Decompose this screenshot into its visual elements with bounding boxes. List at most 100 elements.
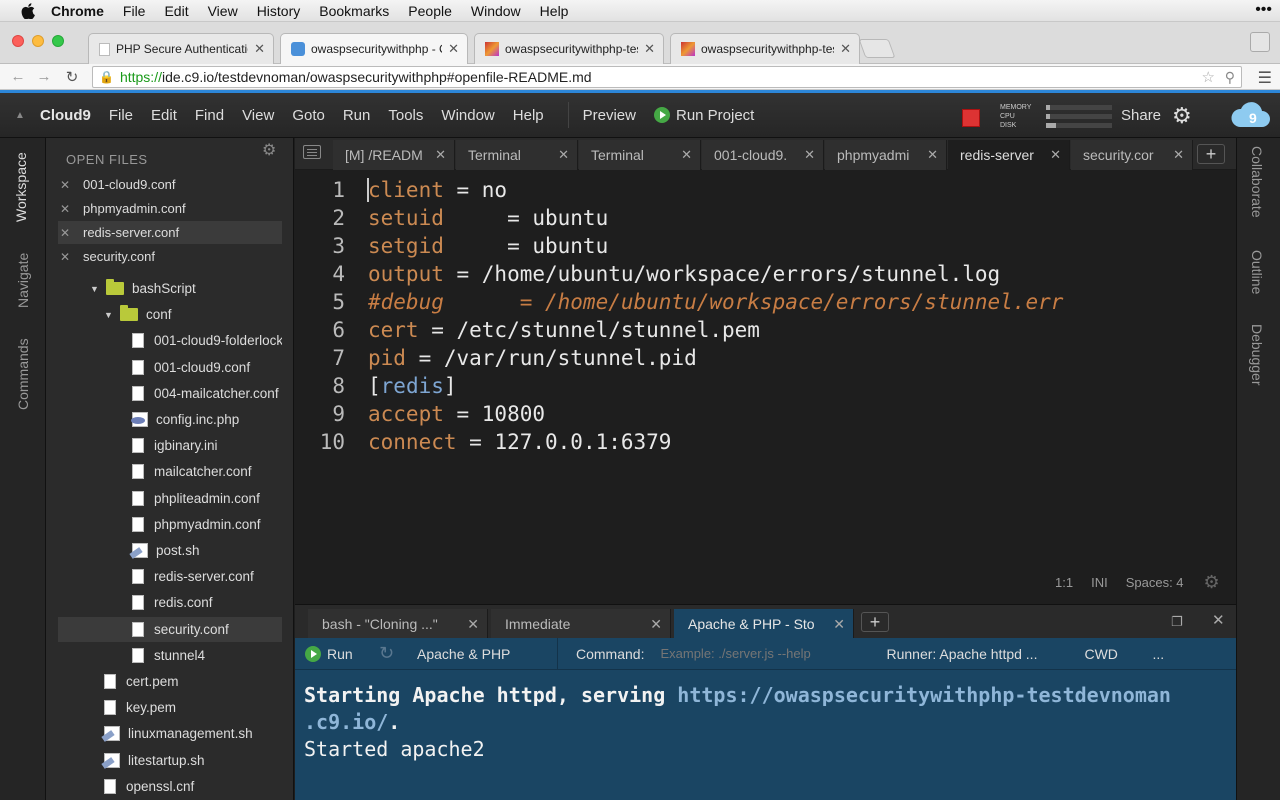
sidebar-settings-gear-icon[interactable]: ⚙ — [262, 140, 276, 160]
browser-tab-active[interactable]: owaspsecuritywithphp - Cl ✕ — [280, 33, 468, 64]
browser-tab[interactable]: owaspsecuritywithphp-test ✕ — [670, 33, 860, 64]
run-button[interactable]: Run — [305, 645, 379, 662]
c9-menu-run[interactable]: Run — [343, 107, 371, 124]
back-icon[interactable]: ← — [8, 68, 28, 85]
editor-tab[interactable]: Terminal ✕ — [579, 140, 701, 170]
code-line[interactable]: output = /home/ubuntu/workspace/errors/s… — [368, 260, 1063, 288]
code-line[interactable]: connect = 127.0.0.1:6379 — [368, 428, 1063, 456]
close-file-icon[interactable]: ✕ — [58, 250, 72, 264]
command-input[interactable] — [660, 646, 861, 661]
add-tab-button[interactable]: + — [1197, 144, 1225, 164]
menu-edit[interactable]: Edit — [164, 3, 188, 19]
tree-item[interactable]: litestartup.sh — [58, 748, 282, 773]
close-tab-icon[interactable]: ✕ — [448, 41, 459, 57]
cwd-button[interactable]: CWD — [1084, 646, 1134, 662]
window-zoom-button[interactable] — [52, 35, 64, 47]
console-tab[interactable]: Immediate ✕ — [491, 609, 671, 639]
chrome-menu-icon[interactable]: ☰ — [1258, 68, 1272, 88]
code-line[interactable]: accept = 10800 — [368, 400, 1063, 428]
output-url-link[interactable]: .c9.io/ — [304, 710, 388, 734]
preview-button[interactable]: Preview — [583, 107, 636, 124]
menu-people[interactable]: People — [408, 3, 452, 19]
cloud9-logo-icon[interactable]: 9 — [1228, 101, 1272, 131]
code-line[interactable]: [redis] — [368, 372, 1063, 400]
address-bar[interactable]: 🔒 https:// ide.c9.io/testdevnoman/owasps… — [92, 66, 1242, 88]
close-tab-icon[interactable]: ✕ — [644, 41, 655, 57]
close-panel-icon[interactable]: ✕ — [1212, 611, 1225, 629]
c9-brand-menu[interactable]: Cloud9 — [40, 107, 91, 124]
open-file-item[interactable]: ✕ security.conf — [58, 245, 282, 268]
rail-outline[interactable]: Outline — [1249, 250, 1265, 294]
preferences-gear-icon[interactable]: ⚙ — [1172, 105, 1192, 127]
code-line[interactable]: client = no — [368, 176, 1063, 204]
menu-chrome[interactable]: Chrome — [51, 3, 104, 19]
add-console-tab-button[interactable]: + — [861, 612, 889, 632]
forward-icon[interactable]: → — [34, 68, 54, 85]
browser-tab[interactable]: PHP Secure Authentication ✕ — [88, 33, 274, 64]
close-tab-icon[interactable]: ✕ — [804, 147, 815, 163]
close-tab-icon[interactable]: ✕ — [435, 147, 446, 163]
editor-tab[interactable]: phpmyadmi ✕ — [825, 140, 947, 170]
runner-info[interactable]: Runner: Apache httpd ... — [886, 646, 1066, 662]
close-tab-icon[interactable]: ✕ — [1050, 147, 1061, 163]
bookmark-star-icon[interactable]: ☆ — [1202, 68, 1215, 86]
close-tab-icon[interactable]: ✕ — [840, 41, 851, 57]
close-tab-icon[interactable]: ✕ — [254, 41, 265, 57]
tree-item[interactable]: linuxmanagement.sh — [58, 721, 282, 746]
tree-item[interactable]: config.inc.php — [58, 407, 282, 432]
menu-bookmarks[interactable]: Bookmarks — [319, 3, 389, 19]
runner-select[interactable]: Apache & PHP — [417, 646, 557, 662]
output-url-link[interactable]: https://owaspsecuritywithphp-testdevnoma… — [677, 683, 1171, 707]
avatar[interactable] — [962, 109, 980, 127]
menubar-more-icon[interactable]: ••• — [1255, 0, 1272, 20]
zoom-icon[interactable]: ⚲ — [1225, 69, 1235, 86]
syntax-mode[interactable]: INI — [1091, 575, 1108, 590]
rail-debugger[interactable]: Debugger — [1249, 324, 1265, 386]
run-project-button[interactable]: Run Project — [653, 107, 754, 124]
menu-history[interactable]: History — [257, 3, 301, 19]
code-line[interactable]: pid = /var/run/stunnel.pid — [368, 344, 1063, 372]
rail-collaborate[interactable]: Collaborate — [1249, 146, 1265, 218]
tab-menu-icon[interactable] — [303, 145, 321, 159]
browser-tab[interactable]: owaspsecuritywithphp-test ✕ — [474, 33, 664, 64]
editor-tab[interactable]: redis-server ✕ — [948, 140, 1070, 170]
profile-icon[interactable] — [1250, 32, 1270, 52]
close-file-icon[interactable]: ✕ — [58, 226, 72, 240]
editor-tab[interactable]: [M] /READM ✕ — [333, 140, 455, 170]
open-file-item[interactable]: ✕ 001-cloud9.conf — [58, 173, 282, 196]
tree-item[interactable]: ▼ conf — [58, 302, 282, 327]
resource-metrics[interactable]: MEMORY CPU DISK — [1000, 103, 1112, 130]
menu-help[interactable]: Help — [540, 3, 569, 19]
rail-navigate[interactable]: Navigate — [15, 253, 31, 308]
c9-menu-view[interactable]: View — [242, 107, 274, 124]
close-tab-icon[interactable]: ✕ — [558, 147, 569, 163]
tree-item[interactable]: key.pem — [58, 695, 282, 720]
c9-menu-tools[interactable]: Tools — [388, 107, 423, 124]
console-tab[interactable]: Apache & PHP - Sto ✕ — [674, 609, 854, 639]
expanded-triangle-icon[interactable]: ▼ — [90, 284, 100, 294]
console-tab[interactable]: bash - "Cloning ..." ✕ — [308, 609, 488, 639]
runner-output[interactable]: Starting Apache httpd, serving https://o… — [295, 670, 1236, 800]
tree-item[interactable]: ▼ bashScript — [58, 276, 282, 301]
close-tab-icon[interactable]: ✕ — [681, 147, 692, 163]
open-file-item[interactable]: ✕ redis-server.conf — [58, 221, 282, 244]
new-tab-button[interactable] — [858, 39, 896, 58]
tree-item[interactable]: phpliteadmin.conf — [58, 486, 282, 511]
tree-item[interactable]: 001-cloud9.conf — [58, 355, 282, 380]
close-file-icon[interactable]: ✕ — [58, 202, 72, 216]
code-editor[interactable]: 1 2 3 4 5 6 7 8 9 10 client = no setuid = ubuntu se… — [295, 170, 1236, 603]
maximize-panel-icon[interactable]: ❐ — [1171, 614, 1183, 630]
expanded-triangle-icon[interactable]: ▼ — [104, 310, 114, 320]
close-tab-icon[interactable]: ✕ — [833, 616, 845, 633]
tree-item[interactable]: security.conf — [58, 616, 282, 642]
code-line[interactable]: #debug = /home/ubuntu/workspace/errors/s… — [368, 288, 1063, 316]
tree-item[interactable]: redis-server.conf — [58, 564, 282, 589]
code-line[interactable]: setuid = ubuntu — [368, 204, 1063, 232]
c9-menu-goto[interactable]: Goto — [292, 107, 325, 124]
reload-icon[interactable]: ↻ — [62, 68, 82, 86]
rail-workspace[interactable]: Workspace — [13, 152, 29, 222]
apple-icon[interactable] — [21, 2, 35, 19]
tree-item[interactable]: cert.pem — [58, 669, 282, 694]
code-line[interactable]: setgid = ubuntu — [368, 232, 1063, 260]
tree-item[interactable]: 004-mailcatcher.conf — [58, 381, 282, 406]
